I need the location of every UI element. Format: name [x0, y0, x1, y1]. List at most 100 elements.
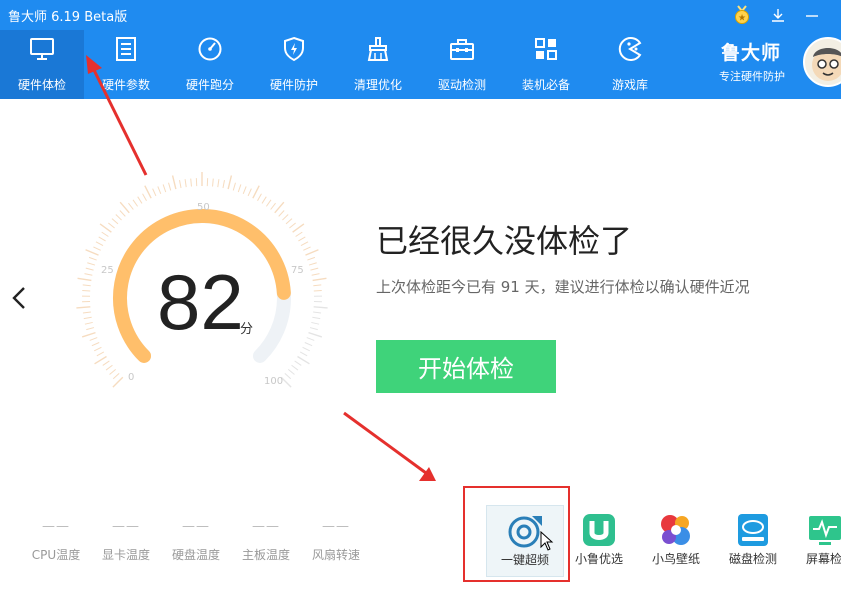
gauge-tick [89, 337, 98, 341]
temp-label: CPU温度 [31, 548, 81, 562]
gauge-tick [261, 196, 267, 204]
nav-essentials[interactable]: 装机必备 [504, 30, 588, 99]
tool-label: 小鸟壁纸 [651, 552, 700, 566]
gauge-tick [87, 262, 96, 266]
tool-label: 磁盘检测 [728, 552, 777, 566]
app-title: 鲁大师 6.19 Beta版 [8, 10, 128, 25]
gauge-tick [115, 214, 122, 221]
gauge-tick [313, 306, 328, 309]
nav-hardware-params[interactable]: 硬件参数 [84, 30, 168, 99]
tool-xiaolu-picks[interactable]: 小鲁优选 [561, 505, 637, 575]
gauge-tick [94, 355, 107, 365]
cpu-temp: —— CPU温度 [24, 520, 88, 563]
gpu-temp: —— 显卡温度 [94, 520, 158, 563]
start-checkup-button[interactable]: 开始体检 [376, 340, 556, 393]
download-icon[interactable] [767, 4, 789, 26]
gauge-tick [297, 355, 310, 365]
temp-value: —— [182, 519, 210, 534]
nav-label: 游戏库 [611, 78, 648, 92]
nav-label: 驱动检测 [437, 78, 486, 92]
nav-game-library[interactable]: 游戏库 [588, 30, 672, 99]
previous-arrow-icon[interactable] [8, 282, 32, 314]
tool-screen-check[interactable]: 屏幕检 [792, 505, 841, 575]
gauge-tick [137, 196, 143, 204]
brand-name: 鲁大师 [721, 42, 782, 64]
gauge-tick [112, 373, 120, 380]
gauge-tick [91, 342, 100, 347]
fan-speed: —— 风扇转速 [304, 520, 368, 563]
gauge-tick [298, 236, 306, 242]
gauge-tick [82, 289, 91, 292]
minimize-icon[interactable] [801, 4, 823, 26]
gauge-tick [85, 267, 94, 271]
gauge-tick-label: 25 [101, 265, 114, 276]
gauge-tick [308, 331, 323, 338]
menu-icon[interactable] [834, 4, 841, 26]
gauge-tick [184, 179, 187, 188]
gauge-tick [274, 201, 285, 214]
checkup-headline: 已经很久没体检了 [376, 222, 633, 260]
gauge-tick [179, 180, 182, 189]
tool-bird-wallpaper[interactable]: 小鸟壁纸 [638, 505, 714, 575]
gauge-tick [98, 236, 106, 242]
score-unit: 分 [240, 322, 254, 337]
temp-value: —— [252, 519, 280, 534]
brand-area: 鲁大师 专注硬件防护 [711, 30, 841, 99]
screen-check-icon [809, 516, 841, 545]
broom-icon [367, 37, 389, 61]
nav-label: 清理优化 [353, 78, 402, 92]
gauge-tick [227, 175, 233, 190]
gauge-tick [252, 185, 260, 199]
gauge-tick [76, 306, 91, 309]
gauge-tick [311, 273, 320, 276]
nav-label: 硬件跑分 [185, 78, 234, 92]
gauge-tick [128, 202, 134, 210]
gauge-tick [300, 241, 309, 247]
temp-value: —— [322, 519, 350, 534]
gauge-tick [212, 178, 214, 187]
title-bar: 鲁大师 6.19 Beta版 ★ [0, 0, 841, 30]
tool-label: 小鲁优选 [574, 552, 623, 566]
gauge-tick [152, 188, 157, 197]
apps-grid-icon [535, 38, 557, 60]
gauge-tick [265, 199, 272, 207]
gauge-tick [270, 202, 276, 210]
u-logo-icon [583, 514, 615, 546]
gauge-tick [102, 360, 110, 366]
gauge-tick [168, 182, 172, 191]
nav-cleanup[interactable]: 清理优化 [336, 30, 420, 99]
nav-label: 装机必备 [521, 78, 570, 92]
medal-icon[interactable]: ★ [731, 4, 753, 26]
temp-value: —— [42, 519, 70, 534]
gauge-tick [99, 223, 112, 233]
list-icon [116, 37, 136, 61]
gauge-tick [83, 316, 92, 320]
nav-driver-check[interactable]: 驱动检测 [420, 30, 504, 99]
gauge-tick [237, 184, 242, 193]
annotation-arrow [343, 411, 427, 475]
gauge-tick [295, 231, 303, 237]
gauge-tick-label: 50 [197, 202, 210, 213]
gauge-tick [81, 331, 96, 338]
gauge-tick [303, 246, 311, 251]
gauge-tick-label: 0 [128, 372, 135, 383]
gauge-tick [101, 231, 109, 237]
gauge-tick [312, 316, 321, 320]
nav-hardware-protection[interactable]: 硬件防护 [252, 30, 336, 99]
gauge-tick [82, 284, 91, 287]
nav-hardware-benchmark[interactable]: 硬件跑分 [168, 30, 252, 99]
gauge-tick [162, 184, 167, 193]
gauge-tick [313, 289, 322, 292]
tool-label: 屏幕检 [806, 552, 841, 566]
avatar[interactable] [803, 37, 841, 87]
gauge-tick [302, 346, 310, 352]
gauge-tick [84, 321, 93, 325]
tool-disk-check[interactable]: 磁盘检测 [715, 505, 791, 575]
gauge-tick [313, 284, 322, 287]
gauge-tick [157, 186, 162, 195]
gauge-tick-label: 75 [291, 265, 304, 276]
gauge-tick [108, 222, 115, 229]
gauge-tick [144, 185, 152, 199]
nav-label: 硬件防护 [269, 78, 318, 92]
nav-hardware-checkup[interactable]: 硬件体检 [0, 30, 84, 99]
